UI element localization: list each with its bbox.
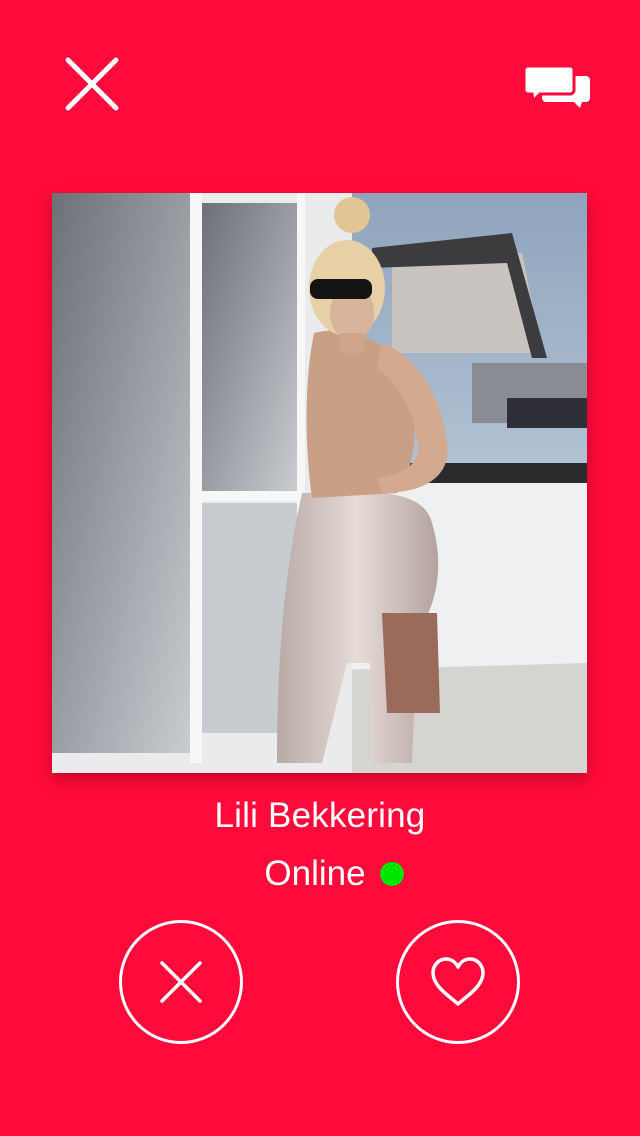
close-icon — [160, 961, 202, 1003]
status-indicator: Online — [0, 854, 640, 894]
messages-button[interactable] — [522, 62, 592, 112]
status-text: Online — [264, 854, 366, 893]
close-button[interactable] — [62, 54, 122, 114]
dislike-button[interactable] — [119, 920, 243, 1044]
like-button[interactable] — [396, 920, 520, 1044]
chat-bubbles-icon — [522, 64, 590, 108]
profile-name: Lili Bekkering — [214, 796, 426, 835]
online-status-dot — [379, 862, 404, 886]
profile-photo-image — [52, 193, 587, 773]
profile-photo[interactable] — [52, 193, 587, 773]
heart-icon — [431, 957, 485, 1006]
close-icon — [65, 57, 119, 111]
